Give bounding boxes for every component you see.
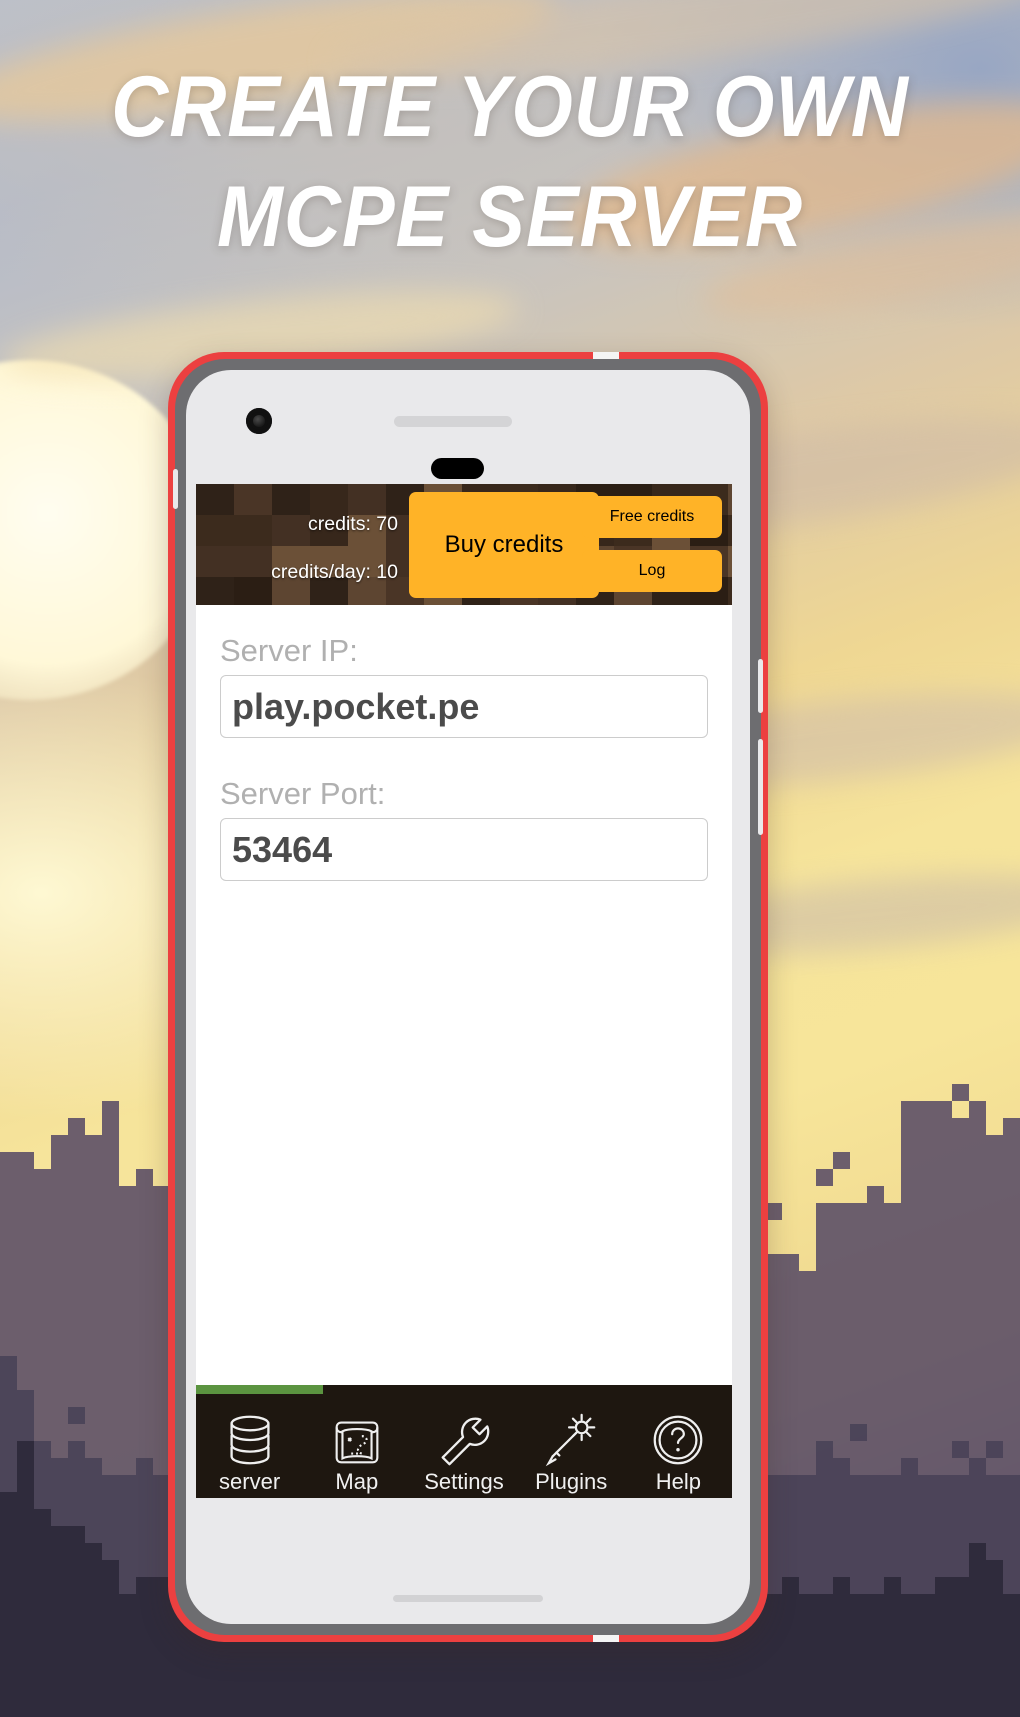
app-screen: credits: 70 credits/day: 10 Buy credits …: [196, 484, 732, 1498]
terrain-block: [34, 1509, 51, 1717]
nav-item-label: server: [219, 1469, 281, 1494]
free-credits-button[interactable]: Free credits: [582, 496, 722, 538]
wrench-icon: [433, 1409, 495, 1471]
texture-block: [728, 546, 732, 577]
server-form: Server IP: Server Port:: [196, 605, 732, 1385]
antenna-band-bottom: [593, 1634, 619, 1642]
server-port-input[interactable]: [220, 818, 708, 881]
app-header-bar: credits: 70 credits/day: 10 Buy credits …: [196, 484, 732, 605]
credits-value: credits: 70: [308, 513, 398, 535]
terrain-block: [119, 1594, 136, 1717]
terrain-block: [952, 1577, 969, 1717]
terrain-block: [68, 1526, 85, 1717]
field-spacer: [220, 738, 708, 776]
terrain-block: [850, 1424, 867, 1441]
front-camera-icon: [246, 408, 272, 434]
terrain-block: [816, 1169, 833, 1186]
phone-body: credits: 70 credits/day: 10 Buy credits …: [186, 370, 750, 1624]
bottom-navigation: server Map Settings Plugins Help: [196, 1385, 732, 1498]
nav-item-settings[interactable]: Settings: [410, 1394, 517, 1498]
nav-item-help[interactable]: Help: [625, 1394, 732, 1498]
terrain-block: [969, 1543, 986, 1717]
phone-mockup: credits: 70 credits/day: 10 Buy credits …: [168, 352, 768, 1642]
nav-item-label: Plugins: [535, 1469, 608, 1494]
progress-indicator: [196, 1385, 323, 1394]
texture-block: [728, 484, 732, 515]
nav-item-label: Settings: [424, 1469, 504, 1494]
terrain-block: [901, 1594, 918, 1717]
texture-block: [728, 515, 732, 546]
status-notch: [431, 458, 484, 479]
terrain-block: [986, 1560, 1003, 1717]
phone-bezel: credits: 70 credits/day: 10 Buy credits …: [173, 359, 763, 1635]
nav-item-label: Map: [335, 1469, 379, 1494]
terrain-block: [51, 1458, 68, 1475]
terrain-block: [765, 1594, 782, 1717]
home-indicator: [393, 1595, 543, 1602]
terrain-block: [153, 1577, 170, 1717]
terrain-block: [0, 1492, 17, 1717]
texture-block: [728, 577, 732, 605]
question-circle-icon: [647, 1409, 709, 1471]
map-scroll-icon: [326, 1409, 388, 1471]
credits-per-day-value: credits/day: 10: [271, 561, 398, 583]
terrain-block: [867, 1594, 884, 1717]
terrain-block: [918, 1594, 935, 1717]
promo-headline-line2: MCPE SERVER: [216, 168, 804, 265]
server-port-label: Server Port:: [220, 776, 386, 811]
terrain-block: [816, 1594, 833, 1717]
terrain-block: [850, 1594, 867, 1717]
terrain-block: [51, 1526, 68, 1717]
terrain-block: [799, 1594, 816, 1717]
terrain-block: [884, 1577, 901, 1717]
credits-info: credits: 70 credits/day: 10: [208, 500, 398, 596]
promo-screenshot: CREATE YOUR OWN MCPE SERVER credits: 70 …: [0, 0, 1020, 1717]
terrain-block: [833, 1577, 850, 1717]
magic-wand-icon: [540, 1409, 602, 1471]
power-button[interactable]: [758, 659, 763, 713]
terrain-block: [136, 1577, 153, 1717]
terrain-block: [102, 1560, 119, 1717]
nav-item-map[interactable]: Map: [303, 1394, 410, 1498]
server-ip-input[interactable]: [220, 675, 708, 738]
terrain-block: [986, 1441, 1003, 1458]
nav-item-server[interactable]: server: [196, 1394, 303, 1498]
terrain-block: [952, 1441, 969, 1458]
header-actions: Free credits Log: [582, 496, 722, 592]
promo-headline-line1: CREATE YOUR OWN: [111, 59, 909, 155]
terrain-block: [85, 1543, 102, 1717]
terrain-block: [17, 1441, 34, 1717]
terrain-block: [833, 1152, 850, 1169]
nav-item-plugins[interactable]: Plugins: [518, 1394, 625, 1498]
terrain-block: [136, 1458, 153, 1475]
log-button[interactable]: Log: [582, 550, 722, 592]
terrain-block: [952, 1084, 969, 1101]
buy-credits-button[interactable]: Buy credits: [409, 492, 599, 598]
nav-item-label: Help: [655, 1469, 702, 1494]
side-key-left[interactable]: [173, 469, 178, 509]
promo-headline: CREATE YOUR OWN MCPE SERVER: [0, 59, 1020, 265]
terrain-block: [935, 1577, 952, 1717]
terrain-block: [68, 1407, 85, 1424]
database-icon: [219, 1409, 281, 1471]
terrain-block: [1003, 1594, 1020, 1717]
nav-items: server Map Settings Plugins Help: [196, 1394, 732, 1498]
terrain-block: [782, 1577, 799, 1717]
server-ip-label: Server IP:: [220, 633, 358, 668]
volume-button[interactable]: [758, 739, 763, 835]
earpiece-speaker: [394, 416, 512, 427]
